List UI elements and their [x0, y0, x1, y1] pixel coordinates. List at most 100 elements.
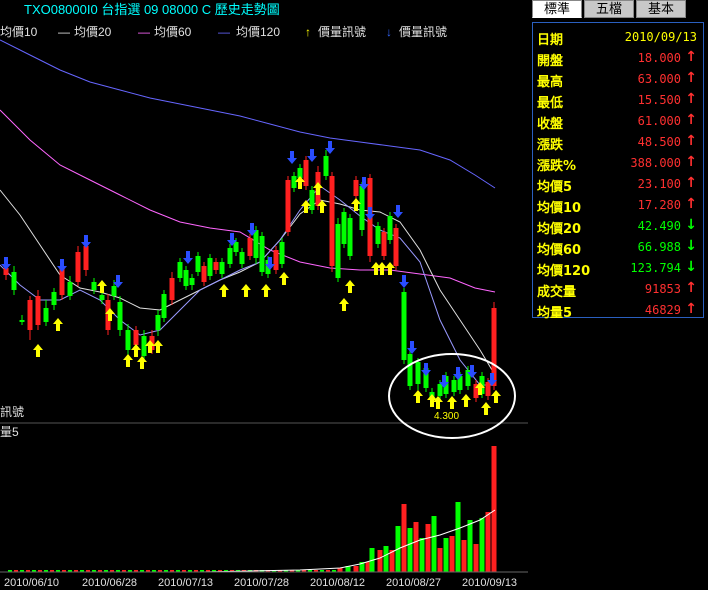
candle-body [99, 295, 105, 300]
candle-body [19, 320, 25, 322]
info-value: 123.794 [630, 261, 681, 275]
volume-bar [467, 520, 473, 572]
candle-body [177, 262, 183, 278]
info-label: 均價20 [537, 222, 582, 237]
volume-bar [377, 550, 383, 572]
volume-bar [437, 548, 443, 572]
info-label: 均價60 [537, 243, 582, 258]
legend-ma60: 均價60 [154, 25, 192, 39]
candle-body [213, 262, 219, 270]
info-value: 66.988 [637, 240, 681, 254]
info-row: 均價120 123.794 ↓ [533, 258, 703, 279]
candle-body [195, 256, 201, 272]
candle-body [111, 286, 117, 296]
info-value: 388.000 [630, 156, 681, 170]
candle-body [309, 190, 315, 210]
candle-body [43, 308, 49, 322]
info-value: 15.500 [637, 93, 681, 107]
info-row: 最低 15.500 ↑ [533, 90, 703, 111]
candle-body [407, 354, 413, 386]
info-label: 均價10 [537, 201, 582, 216]
up-arrow-icon: ↑ [685, 49, 697, 65]
candle-body [485, 382, 491, 396]
candle-body [35, 296, 41, 325]
volume-bar [455, 502, 461, 572]
volume-bar [443, 538, 449, 572]
candle-body [155, 315, 161, 330]
candle-body [117, 302, 123, 330]
info-label: 開盤 [537, 54, 564, 69]
volume-bar [383, 546, 389, 572]
candle-body [347, 218, 353, 256]
candle-body [259, 236, 265, 272]
info-label: 均價5 [537, 180, 573, 195]
volume-bar [407, 528, 413, 572]
candle-body [353, 180, 359, 196]
candle-body [207, 258, 213, 276]
candle-body [11, 272, 17, 290]
down-arrow-icon: ↓ [685, 259, 697, 275]
candle-body [437, 384, 443, 396]
candle-body [75, 252, 81, 282]
volume-bar [461, 540, 467, 572]
candle-body [329, 176, 335, 266]
candle-body [415, 362, 421, 384]
tab-five-levels[interactable]: 五檔 [584, 0, 634, 18]
quote-panel: 標準 五檔 基本 日期 2010/09/13 開盤 18.000 ↑ 最高 63.000 ↑ 最… [528, 0, 708, 590]
info-row: 成交量 91853 ↑ [533, 279, 703, 300]
volume-bar [479, 518, 485, 572]
candle-body [387, 216, 393, 240]
info-row: 收盤 61.000 ↑ [533, 111, 703, 132]
info-row: 均價60 66.988 ↓ [533, 237, 703, 258]
candle-body [133, 330, 139, 345]
info-value: 2010/09/13 [624, 30, 697, 44]
tab-standard[interactable]: 標準 [532, 0, 582, 18]
volume-bar [485, 512, 491, 572]
candle-body [247, 238, 253, 256]
legend-signal-yellow-marker: ↑ [305, 25, 311, 39]
candle-body [279, 242, 285, 264]
legend-ma10: 均價10 [0, 25, 38, 39]
price-chart[interactable]: TXO08000I0 台指選 09 08000 C 歷史走勢圖 均價10 — 均… [0, 0, 528, 590]
legend-ma120: 均價120 [236, 25, 280, 39]
info-row: 日期 2010/09/13 [533, 27, 703, 48]
info-value: 23.100 [637, 177, 681, 191]
candle-body [189, 278, 195, 285]
candle-body [451, 380, 457, 392]
up-arrow-icon: ↑ [685, 196, 697, 212]
candle-body [27, 300, 33, 330]
info-label: 日期 [537, 33, 564, 48]
legend-signal-blue: 價量訊號 [399, 24, 447, 39]
candle-body [341, 212, 347, 244]
x-tick-label: 2010/07/28 [234, 577, 289, 589]
info-value: 46829 [644, 303, 681, 317]
up-arrow-icon: ↑ [685, 280, 697, 296]
up-arrow-icon: ↑ [685, 175, 697, 191]
candle-body [219, 262, 225, 274]
info-value: 18.000 [637, 51, 681, 65]
info-row: 漲跌 48.500 ↑ [533, 132, 703, 153]
info-row: 均價20 42.490 ↓ [533, 216, 703, 237]
candle-body [227, 248, 233, 264]
candle-body [161, 294, 167, 318]
x-tick-label: 2010/06/10 [4, 577, 59, 589]
info-label: 最高 [537, 75, 564, 90]
up-arrow-icon: ↑ [685, 301, 697, 317]
legend-signal-blue-marker: ↓ [386, 25, 392, 39]
volume-bar [401, 504, 407, 572]
tab-basic[interactable]: 基本 [636, 0, 686, 18]
candle-body [59, 268, 65, 295]
candle-body [359, 186, 365, 230]
candle-body [285, 180, 291, 232]
x-tick-label: 2010/07/13 [158, 577, 213, 589]
candle-body [201, 266, 207, 282]
candle-body [381, 232, 387, 256]
volume-bar [413, 522, 419, 572]
info-value: 61.000 [637, 114, 681, 128]
candle-body [323, 156, 329, 176]
info-value: 63.000 [637, 72, 681, 86]
x-tick-label: 2010/08/27 [386, 577, 441, 589]
candle-body [67, 282, 73, 296]
info-value: 42.490 [637, 219, 681, 233]
panel-tabs: 標準 五檔 基本 [528, 0, 708, 20]
